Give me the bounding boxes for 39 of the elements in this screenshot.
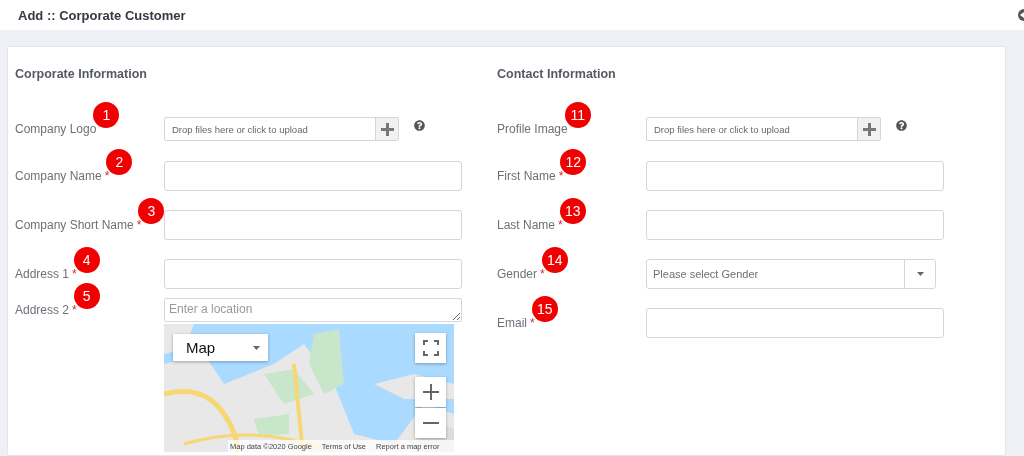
upload-field[interactable]: Drop files here or click to upload	[164, 117, 399, 141]
text-field[interactable]	[164, 209, 462, 240]
field-label: Company Name	[15, 168, 102, 183]
field-label: Last Name	[497, 217, 556, 232]
plus-icon	[380, 122, 394, 136]
text-field[interactable]	[164, 160, 462, 191]
fullscreen-button[interactable]	[415, 333, 446, 363]
required-mark: *	[104, 168, 110, 183]
text-field[interactable]	[646, 160, 944, 191]
section-heading: Corporate Information	[15, 67, 148, 83]
text-field[interactable]	[646, 307, 944, 338]
field-label: Address 1	[15, 266, 70, 281]
required-mark: *	[558, 168, 564, 183]
zoom-out-button[interactable]	[415, 408, 446, 438]
field-label: Gender	[497, 266, 538, 281]
text-field[interactable]	[646, 209, 944, 240]
plus-icon	[862, 122, 876, 136]
add-file-button[interactable]	[857, 118, 880, 140]
field-label: Address 2	[15, 303, 70, 317]
zoom-in-button[interactable]	[415, 377, 446, 407]
fullscreen-icon	[422, 340, 439, 356]
required-mark: *	[136, 217, 142, 232]
page-title: Add :: Corporate Customer	[18, 7, 186, 23]
help-icon[interactable]	[414, 119, 425, 131]
minus-icon	[422, 422, 439, 424]
section-heading: Contact Information	[497, 67, 617, 83]
map-type-dropdown[interactable]: Map	[173, 334, 268, 361]
field-label: Email	[497, 315, 527, 330]
caret-icon	[253, 345, 260, 350]
field-label: Company Short Name	[15, 217, 134, 232]
gender-dropdown[interactable]: Please select Gender	[646, 258, 936, 289]
field-label: First Name	[497, 168, 556, 183]
caret-icon	[916, 271, 924, 276]
text-field[interactable]	[164, 258, 462, 289]
location-field[interactable]: Enter a location	[164, 298, 462, 322]
help-icon[interactable]	[896, 119, 907, 131]
add-file-button[interactable]	[375, 118, 398, 140]
plus-icon	[422, 384, 439, 400]
upload-field[interactable]: Drop files here or click to upload	[646, 117, 881, 141]
